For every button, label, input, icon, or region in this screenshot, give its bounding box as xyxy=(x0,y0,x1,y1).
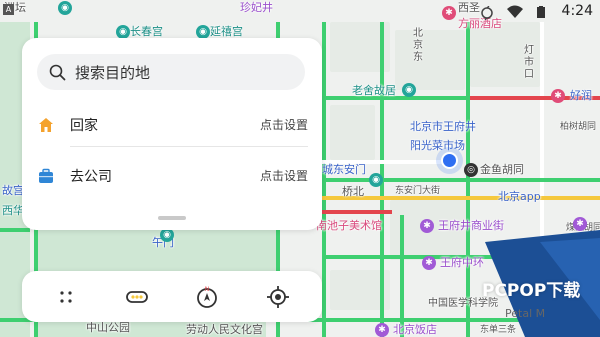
notification-a-icon: A xyxy=(3,4,14,15)
poi-marker[interactable]: ◉ xyxy=(196,25,210,39)
poi-marker[interactable]: ✱ xyxy=(375,323,389,337)
map-label: 北京市王府井 xyxy=(410,120,476,133)
poi-marker[interactable]: ◉ xyxy=(116,25,130,39)
map-toolbar: N xyxy=(22,271,322,322)
sync-icon xyxy=(480,5,494,24)
traffic-button[interactable] xyxy=(124,284,150,310)
layers-icon xyxy=(60,291,72,303)
divider xyxy=(70,146,308,147)
clock: 4:24 xyxy=(561,3,593,19)
compass-icon: N xyxy=(197,286,217,308)
current-location-dot xyxy=(441,152,458,169)
map-label: 南池子美术馆 xyxy=(316,219,382,232)
map-label: 北京饭店 xyxy=(393,323,437,336)
map-label: 故宫 xyxy=(2,184,24,197)
map-attribution: Petal M xyxy=(505,307,546,320)
search-placeholder: 搜索目的地 xyxy=(75,64,151,82)
poi-marker[interactable]: ✱ xyxy=(422,256,436,270)
shortcut-set-link[interactable]: 点击设置 xyxy=(260,116,308,133)
home-icon xyxy=(38,117,54,137)
shortcut-home[interactable]: 回家 点击设置 xyxy=(22,98,322,152)
shortcut-set-link[interactable]: 点击设置 xyxy=(260,167,308,184)
battery-icon xyxy=(534,4,548,23)
map-label: 北京东 xyxy=(413,28,423,63)
map-label: 长春宫 xyxy=(130,25,163,38)
map-label: 城东安门 xyxy=(322,163,366,176)
briefcase-icon xyxy=(38,168,54,188)
shortcut-name: 去公司 xyxy=(70,169,112,185)
compass-north-label: N xyxy=(205,286,210,293)
map-label: 桥北 xyxy=(342,185,364,198)
locate-button[interactable] xyxy=(265,284,291,310)
layers-button[interactable] xyxy=(53,284,79,310)
city-block xyxy=(330,105,375,160)
drag-handle[interactable] xyxy=(158,216,186,220)
shortcut-work[interactable]: 去公司 点击设置 xyxy=(22,149,322,203)
poi-marker[interactable]: ◉ xyxy=(402,83,416,97)
map-label: 灯市口 xyxy=(524,45,534,80)
poi-marker[interactable]: ✱ xyxy=(573,217,587,231)
map-label: 东安门大街 xyxy=(395,186,441,196)
map-label: 北京app xyxy=(498,190,541,203)
search-panel: 搜索目的地 回家 点击设置 去公司 点击设置 xyxy=(22,38,322,230)
map-label: 中山公园 xyxy=(86,321,130,334)
locate-icon xyxy=(267,286,289,308)
map-label: 劳动人民文化宫 xyxy=(186,323,263,336)
road xyxy=(0,228,30,232)
poi-marker[interactable]: ◉ xyxy=(369,173,383,187)
road xyxy=(322,210,392,214)
traffic-icon xyxy=(126,291,148,303)
status-bar: A 4:24 xyxy=(0,0,600,24)
poi-marker[interactable]: ✱ xyxy=(420,219,434,233)
city-block xyxy=(395,30,465,90)
map-label: 阳光菜市场 xyxy=(410,139,465,152)
map-label: 好润 xyxy=(570,89,592,102)
road xyxy=(322,178,600,182)
shortcut-name: 回家 xyxy=(70,118,98,134)
map-label: 金鱼胡同 xyxy=(480,163,524,176)
poi-marker[interactable]: ◎ xyxy=(464,163,478,177)
map-label: 柏树胡同 xyxy=(560,122,597,132)
search-input[interactable]: 搜索目的地 xyxy=(37,54,305,90)
poi-marker[interactable]: ◉ xyxy=(160,228,174,242)
poi-marker[interactable]: ✱ xyxy=(551,89,565,103)
road xyxy=(540,22,544,252)
map-label: 老舍故居 xyxy=(352,84,396,97)
map-label: 王府中环 xyxy=(440,256,484,269)
map-label: 延禧宫 xyxy=(210,25,243,38)
wifi-icon xyxy=(507,4,523,23)
watermark-text: PCPOP下载 xyxy=(482,281,581,301)
compass-button[interactable]: N xyxy=(194,284,220,310)
map-label: 西华 xyxy=(2,204,24,217)
search-icon xyxy=(49,64,66,85)
